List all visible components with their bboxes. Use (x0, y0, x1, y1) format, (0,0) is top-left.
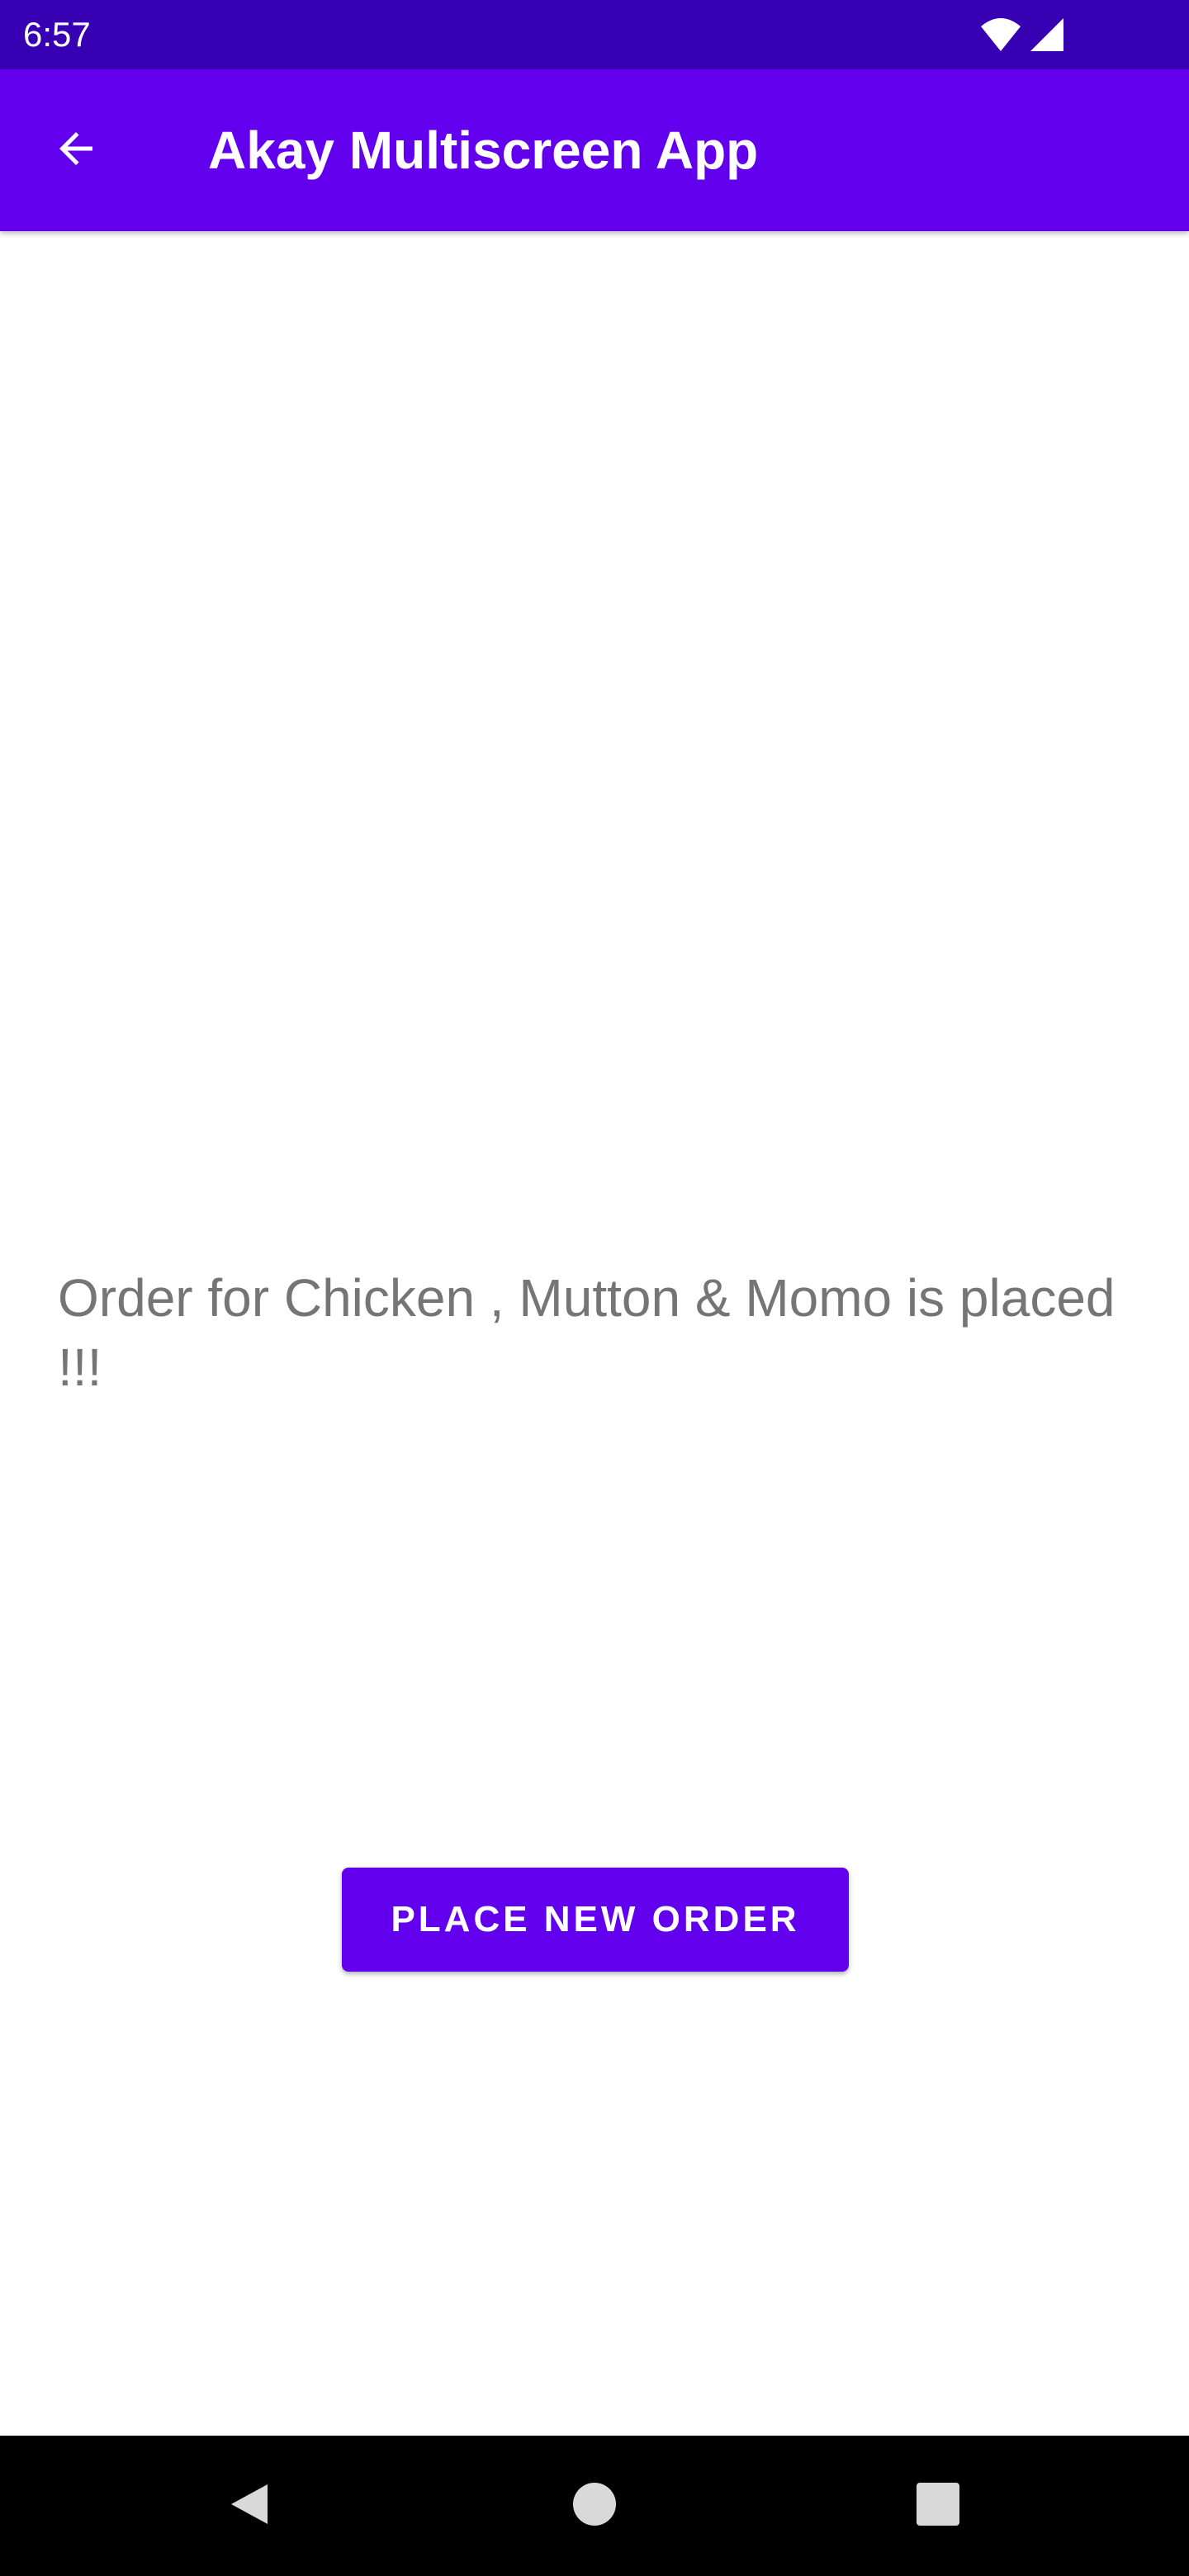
place-new-order-button[interactable]: PLACE NEW ORDER (342, 1868, 849, 1972)
navigation-bar (0, 2436, 1189, 2576)
nav-home-icon (571, 2481, 618, 2531)
order-confirmation-message: Order for Chicken , Mutton & Momo is pla… (58, 1268, 1116, 1397)
status-bar: 6:57 (0, 0, 1189, 69)
arrow-back-icon (51, 124, 101, 178)
app-title: Akay Multiscreen App (208, 121, 759, 180)
status-time: 6:57 (23, 15, 91, 54)
cellular-signal-icon (1029, 17, 1065, 53)
nav-back-icon (225, 2479, 274, 2533)
nav-recents-icon (915, 2481, 961, 2531)
nav-back-button[interactable] (208, 2465, 291, 2547)
nav-home-button[interactable] (553, 2465, 636, 2547)
wifi-icon (979, 17, 1022, 53)
status-icons (979, 15, 1065, 54)
back-button[interactable] (36, 111, 116, 190)
app-bar: Akay Multiscreen App (0, 69, 1189, 231)
nav-recents-button[interactable] (897, 2465, 979, 2547)
